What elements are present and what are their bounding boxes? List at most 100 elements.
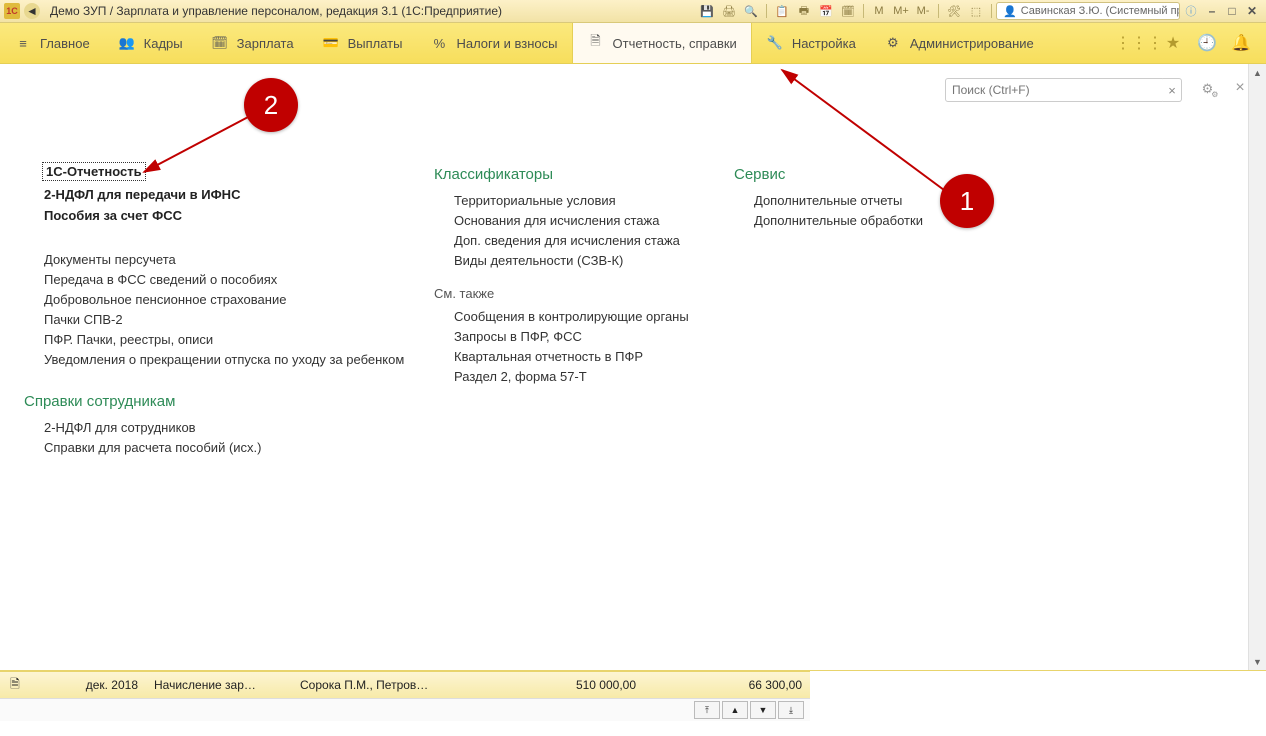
gear-icon: ⚙	[884, 34, 902, 52]
nav-main[interactable]: ≡ Главное	[0, 23, 104, 63]
link-item[interactable]: Раздел 2, форма 57-Т	[454, 369, 734, 384]
nav-label: Кадры	[144, 36, 183, 51]
menu-icon: ≡	[14, 34, 32, 52]
link-item[interactable]: Сообщения в контролирующие органы	[454, 309, 734, 324]
status-person: Сорока П.М., Петров…	[292, 678, 478, 692]
nav-payments[interactable]: 💳 Выплаты	[308, 23, 417, 63]
nav-last-button[interactable]: ⤓	[778, 701, 804, 719]
link-fss-benefits[interactable]: Пособия за счет ФСС	[44, 208, 434, 223]
nav-down-button[interactable]: ▼	[750, 701, 776, 719]
scroll-up-icon[interactable]: ▲	[1249, 64, 1266, 81]
apps-icon[interactable]: ⋮⋮⋮	[1126, 30, 1152, 56]
nav-reports[interactable]: 🗎 Отчетность, справки	[572, 23, 752, 63]
section-classifiers: Классификаторы	[434, 166, 734, 183]
nav-admin[interactable]: ⚙ Администрирование	[870, 23, 1048, 63]
nav-settings[interactable]: 🔧 Настройка	[752, 23, 870, 63]
titlebar: 1C ◄ Демо ЗУП / Зарплата и управление пе…	[0, 0, 1266, 23]
app-logo-icon: 1C	[4, 3, 20, 19]
link-item[interactable]: Уведомления о прекращении отпуска по ухо…	[44, 352, 434, 367]
link-item[interactable]: ПФР. Пачки, реестры, описи	[44, 332, 434, 347]
content-pane: × ⚙⚙ × 1С-Отчетность 2-НДФЛ для передачи…	[0, 64, 1266, 671]
link-item[interactable]: Виды деятельности (СЗВ-К)	[454, 253, 734, 268]
link-item[interactable]: Документы персучета	[44, 252, 434, 267]
link-item[interactable]: Основания для исчисления стажа	[454, 213, 734, 228]
percent-icon: %	[430, 34, 448, 52]
nav-first-button[interactable]: ⤒	[694, 701, 720, 719]
info-icon[interactable]: ⓘ	[1182, 2, 1200, 20]
star-icon[interactable]: ★	[1160, 30, 1186, 56]
card-icon: 💳	[322, 34, 340, 52]
status-row: 🗎 дек. 2018 Начисление зар… Сорока П.М.,…	[0, 671, 810, 698]
m-minus-icon[interactable]: M-	[914, 2, 932, 20]
nav-label: Отчетность, справки	[613, 36, 737, 51]
user-icon: 👤	[1003, 5, 1017, 18]
link-item[interactable]: Доп. сведения для исчисления стажа	[454, 233, 734, 248]
link-item[interactable]: Передача в ФСС сведений о пособиях	[44, 272, 434, 287]
link-1c-reporting[interactable]: 1С-Отчетность	[42, 162, 146, 181]
column-main: 1С-Отчетность 2-НДФЛ для передачи в ИФНС…	[24, 120, 434, 460]
search-clear-button[interactable]: ×	[1163, 78, 1182, 102]
callout-2: 2	[244, 78, 298, 132]
vertical-scrollbar[interactable]: ▲ ▼	[1248, 64, 1266, 670]
close-button[interactable]: ✕	[1244, 4, 1260, 18]
nav-personnel[interactable]: 👥 Кадры	[104, 23, 197, 63]
nav-up-button[interactable]: ▲	[722, 701, 748, 719]
search-input[interactable]	[945, 78, 1165, 102]
people-icon: 👥	[118, 34, 136, 52]
tools-icon[interactable]: 🛠	[945, 2, 963, 20]
section-employee-refs: Справки сотрудникам	[24, 393, 434, 410]
link-item[interactable]: Пачки СПВ-2	[44, 312, 434, 327]
nav-salary[interactable]: 🗓 Зарплата	[197, 23, 308, 63]
link-2ndfl-ifns[interactable]: 2-НДФЛ для передачи в ИФНС	[44, 187, 434, 202]
section-see-also: См. также	[434, 286, 734, 301]
window-title: Демо ЗУП / Зарплата и управление персона…	[50, 4, 502, 18]
callout-1: 1	[940, 174, 994, 228]
preview-icon[interactable]: 🔍	[742, 2, 760, 20]
scroll-down-icon[interactable]: ▼	[1249, 653, 1266, 670]
link-item[interactable]: Справки для расчета пособий (исх.)	[44, 440, 434, 455]
maximize-button[interactable]: □	[1224, 4, 1240, 18]
navbar: ≡ Главное 👥 Кадры 🗓 Зарплата 💳 Выплаты % Нало…	[0, 23, 1266, 64]
user-label: Савинская З.Ю. (Системный прог…	[1021, 5, 1180, 17]
calendar-icon: 🗓	[211, 34, 229, 52]
m-plus-icon[interactable]: M+	[892, 2, 910, 20]
pane-close-button[interactable]: ×	[1232, 80, 1248, 96]
m-icon[interactable]: M	[870, 2, 888, 20]
column-classifiers: Классификаторы Территориальные условия О…	[434, 120, 734, 460]
list-nav-controls: ⤒ ▲ ▼ ⤓	[0, 698, 810, 721]
nav-label: Настройка	[792, 36, 856, 51]
print-icon[interactable]: 🖨	[720, 2, 738, 20]
link-item[interactable]: Запросы в ПФР, ФСС	[454, 329, 734, 344]
status-sum2: 66 300,00	[644, 678, 810, 692]
status-doc-name: Начисление зар…	[146, 678, 292, 692]
column-service: Сервис Дополнительные отчеты Дополнитель…	[734, 120, 994, 460]
status-doc-icon: 🗎	[0, 675, 30, 696]
user-chip[interactable]: 👤 Савинская З.Ю. (Системный прог…	[996, 2, 1180, 20]
link-item[interactable]: Добровольное пенсионное страхование	[44, 292, 434, 307]
save-icon[interactable]: 💾	[698, 2, 716, 20]
link-item[interactable]: Квартальная отчетность в ПФР	[454, 349, 734, 364]
nav-label: Администрирование	[910, 36, 1034, 51]
bell-icon[interactable]: 🔔	[1228, 30, 1254, 56]
status-sum1: 510 000,00	[478, 678, 644, 692]
search-box: ×	[945, 78, 1182, 102]
nav-label: Главное	[40, 36, 90, 51]
status-date: дек. 2018	[30, 678, 146, 692]
nav-label: Налоги и взносы	[456, 36, 557, 51]
link-item[interactable]: 2-НДФЛ для сотрудников	[44, 420, 434, 435]
wrench-icon: 🔧	[766, 34, 784, 52]
pane-settings-icon[interactable]: ⚙⚙	[1200, 78, 1222, 100]
print2-icon[interactable]: 🖶	[795, 2, 813, 20]
nav-label: Зарплата	[237, 36, 294, 51]
clipboard-icon[interactable]: 📋	[773, 2, 791, 20]
back-icon[interactable]: ◄	[24, 3, 40, 19]
panel-icon[interactable]: ⬚	[967, 2, 985, 20]
nav-taxes[interactable]: % Налоги и взносы	[416, 23, 571, 63]
calendar2-icon[interactable]: 🗓	[839, 2, 857, 20]
nav-label: Выплаты	[348, 36, 403, 51]
history-icon[interactable]: 🕘	[1194, 30, 1220, 56]
minimize-button[interactable]: –	[1204, 4, 1220, 18]
doc-icon: 🗎	[587, 34, 605, 52]
calendar-icon[interactable]: 📅	[817, 2, 835, 20]
link-item[interactable]: Территориальные условия	[454, 193, 734, 208]
